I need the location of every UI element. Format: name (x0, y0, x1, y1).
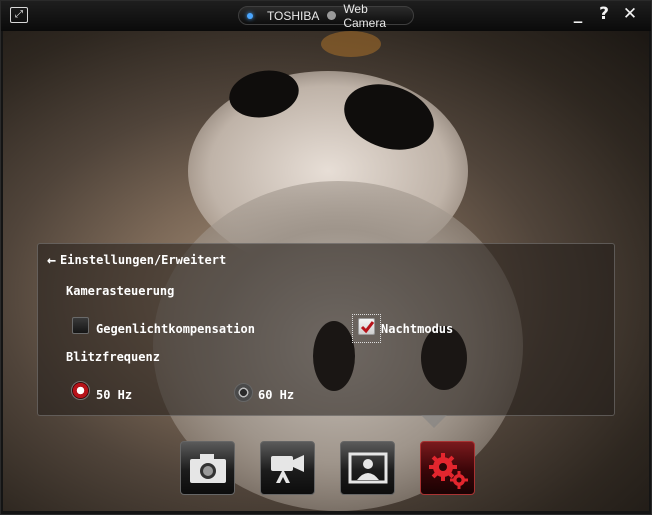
radio-50hz[interactable] (71, 381, 90, 400)
settings-title: Einstellungen/Erweitert (60, 253, 227, 267)
system-menu-icon[interactable]: ⤢ (10, 7, 28, 23)
gears-icon (429, 453, 468, 489)
close-button[interactable]: ✕ (621, 4, 639, 24)
title-bar[interactable]: ⤢ TOSHIBA Web Camera _ ? ✕ (1, 1, 651, 31)
camera-control-heading: Kamerasteuerung (66, 284, 175, 298)
window-controls: _ ? ✕ (569, 4, 639, 24)
radio-60hz[interactable] (234, 383, 253, 402)
bottom-toolbar (3, 441, 649, 511)
settings-header: ← Einstellungen/Erweitert (47, 252, 226, 268)
backlight-label[interactable]: Gegenlichtkompensation (96, 322, 255, 336)
settings-panel: ← Einstellungen/Erweitert Kamerasteuerun… (37, 243, 615, 416)
preview-ear-hair (321, 31, 381, 57)
radio-50hz-label[interactable]: 50 Hz (96, 388, 132, 402)
night-mode-label[interactable]: Nachtmodus (381, 322, 453, 336)
title-pill: TOSHIBA Web Camera (238, 2, 414, 30)
status-led-icon (247, 12, 253, 19)
separator-dot-icon (327, 11, 337, 20)
app-window: ⤢ TOSHIBA Web Camera _ ? ✕ ← Einstellung… (0, 0, 652, 515)
app-title: Web Camera (343, 1, 386, 30)
settings-button[interactable] (420, 441, 475, 495)
gallery-button[interactable] (340, 441, 395, 495)
help-button[interactable]: ? (595, 4, 613, 24)
panel-pointer (421, 415, 447, 428)
radio-60hz-label[interactable]: 60 Hz (258, 388, 294, 402)
record-video-button[interactable] (260, 441, 315, 495)
back-arrow-icon[interactable]: ← (47, 252, 56, 268)
minimize-button[interactable]: _ (569, 4, 587, 24)
snapshot-button[interactable] (180, 441, 235, 495)
video-camera-icon (271, 455, 304, 483)
camera-icon (190, 454, 226, 483)
checkmark-icon (360, 321, 375, 334)
backlight-checkbox[interactable] (72, 317, 89, 334)
portrait-frame-icon (348, 452, 388, 484)
night-mode-checkbox[interactable] (358, 318, 375, 335)
brand-name: TOSHIBA (266, 8, 320, 23)
flicker-heading: Blitzfrequenz (66, 350, 160, 364)
